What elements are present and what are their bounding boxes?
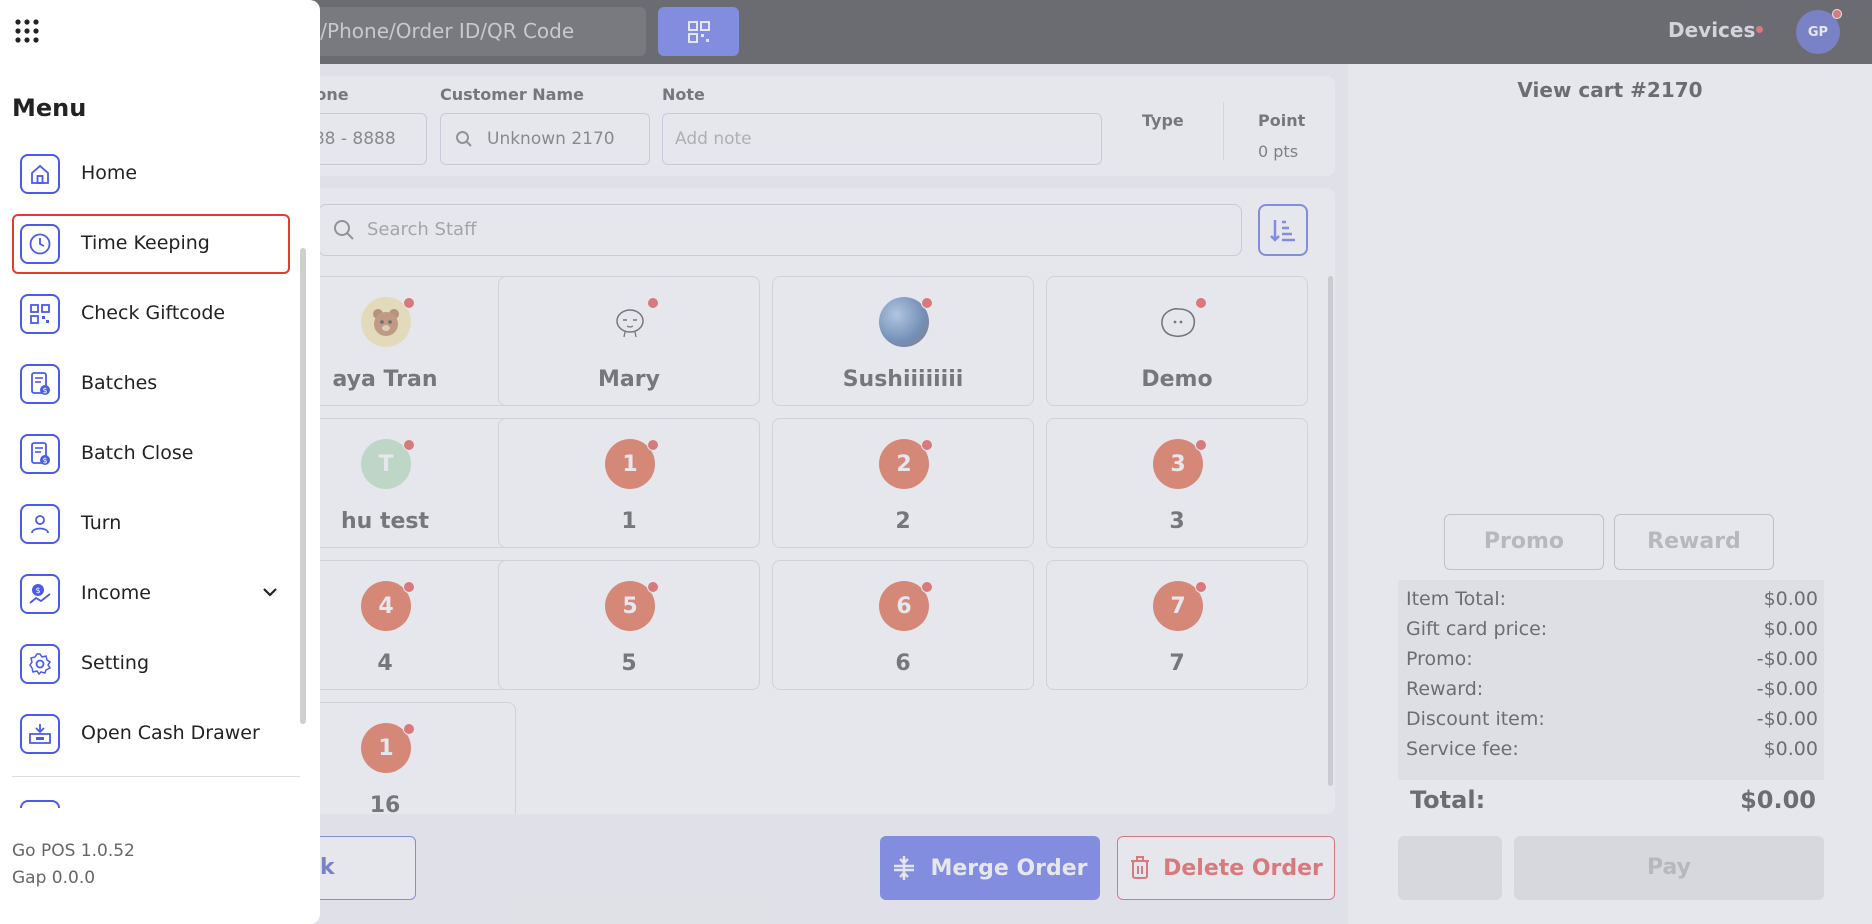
app-version: Go POS 1.0.52 <box>12 841 135 861</box>
menu-item-label: Time Keeping <box>81 232 210 254</box>
menu-item-label: Income <box>81 582 151 604</box>
divider <box>12 776 300 777</box>
menu-item-label: Batches <box>81 372 158 394</box>
qr-code-icon <box>20 294 60 334</box>
menu-item-label: Turn <box>81 512 122 534</box>
clock-icon <box>20 224 60 264</box>
menu-scrollbar[interactable] <box>300 248 306 724</box>
home-icon <box>20 154 60 194</box>
apps-grid-icon[interactable] <box>14 18 40 44</box>
menu-item-turn[interactable]: Turn <box>12 494 290 554</box>
menu-item-setting[interactable]: Setting <box>12 634 290 694</box>
menu-title: Menu <box>12 94 87 122</box>
menu-item-home[interactable]: Home <box>12 144 290 204</box>
menu-item-batch-close[interactable]: $ Batch Close <box>12 424 290 484</box>
menu-item-label: Setting <box>81 652 150 674</box>
menu-item-income[interactable]: $ Income <box>12 564 290 624</box>
receipt-dollar-icon: $ <box>20 434 60 474</box>
cash-drawer-icon <box>20 714 60 754</box>
menu-item-label: Home <box>81 162 138 184</box>
menu-item-open-cash-drawer[interactable]: Open Cash Drawer <box>12 704 290 764</box>
menu-drawer: Menu Home Time Keeping Check Giftcode $ … <box>0 0 320 924</box>
svg-text:$: $ <box>42 386 47 395</box>
receipt-dollar-icon: $ <box>20 364 60 404</box>
svg-text:$: $ <box>35 586 40 595</box>
menu-item-batches[interactable]: $ Batches <box>12 354 290 414</box>
user-icon <box>20 504 60 544</box>
menu-item-check-giftcode[interactable]: Check Giftcode <box>12 284 290 344</box>
gear-icon <box>20 644 60 684</box>
menu-item-label: Check Giftcode <box>81 302 226 324</box>
menu-item-time-keeping[interactable]: Time Keeping <box>12 214 290 274</box>
menu-item-partial-icon <box>20 800 60 808</box>
income-icon: $ <box>20 574 60 614</box>
menu-item-label: Open Cash Drawer <box>81 722 260 744</box>
menu-item-label: Batch Close <box>81 442 194 464</box>
svg-text:$: $ <box>42 456 47 465</box>
chevron-down-icon[interactable] <box>262 586 278 598</box>
gap-version: Gap 0.0.0 <box>12 868 96 888</box>
